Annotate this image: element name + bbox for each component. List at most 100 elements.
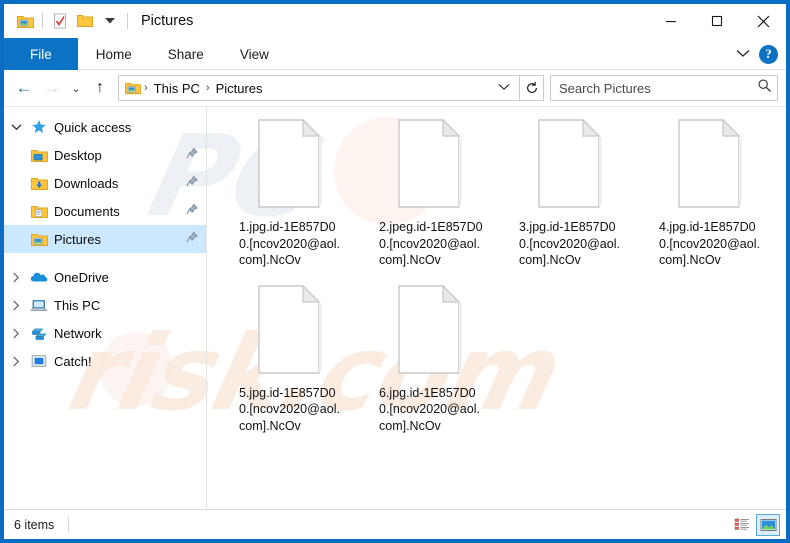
documents-folder-icon: [28, 204, 50, 219]
sidebar-item-this-pc[interactable]: This PC: [4, 291, 206, 319]
refresh-button[interactable]: [520, 75, 544, 101]
onedrive-cloud-icon: [28, 270, 50, 284]
star-icon: [28, 119, 50, 135]
sidebar-item-quick-access[interactable]: Quick access: [4, 113, 206, 141]
minimize-button[interactable]: [648, 4, 694, 38]
chevron-right-icon[interactable]: [4, 355, 28, 367]
chevron-right-icon[interactable]: [4, 271, 28, 283]
window-control-buttons: [648, 4, 786, 38]
quick-access-toolbar: Pictures: [4, 4, 193, 38]
pin-icon[interactable]: [186, 231, 199, 247]
blank-document-icon: [255, 117, 327, 213]
blank-document-icon: [395, 117, 467, 213]
chevron-right-icon[interactable]: [4, 327, 28, 339]
file-item[interactable]: 1.jpg.id-1E857D00.[ncov2020@aol.com].NcO…: [221, 113, 361, 271]
details-view-button[interactable]: [730, 514, 754, 536]
blank-document-icon: [255, 283, 327, 379]
properties-icon[interactable]: [49, 10, 71, 32]
window-inner: Pictures File Home Share View ? ← → ⌄ ↑ …: [4, 4, 786, 539]
tab-share[interactable]: Share: [150, 38, 222, 70]
item-count-label: 6 items: [14, 517, 55, 532]
file-name: 4.jpg.id-1E857D00.[ncov2020@aol.com].NcO…: [659, 220, 760, 267]
address-bar: ← → ⌄ ↑ › This PC › Pictures: [4, 70, 786, 106]
up-button[interactable]: ↑: [86, 74, 114, 102]
sidebar-item-catch[interactable]: Catch!: [4, 347, 206, 375]
sidebar-item-downloads[interactable]: Downloads: [4, 169, 206, 197]
file-list-pane[interactable]: 1.jpg.id-1E857D00.[ncov2020@aol.com].NcO…: [207, 107, 786, 509]
tab-home[interactable]: Home: [78, 38, 150, 70]
blank-document-icon: [535, 117, 607, 213]
explorer-body: PC risk.com Quick access: [4, 106, 786, 509]
chevron-right-icon[interactable]: [4, 299, 28, 311]
ribbon-right-controls: ?: [736, 38, 778, 70]
file-item[interactable]: 3.jpg.id-1E857D00.[ncov2020@aol.com].NcO…: [501, 113, 641, 271]
tab-file[interactable]: File: [4, 38, 78, 70]
tab-view[interactable]: View: [222, 38, 287, 70]
blank-document-icon: [395, 283, 467, 379]
pin-icon[interactable]: [186, 203, 199, 219]
sidebar-label-this-pc: This PC: [54, 297, 101, 313]
qat-separator-1: [42, 13, 43, 29]
sidebar-label-quick-access: Quick access: [54, 119, 132, 135]
desktop-folder-icon: [28, 148, 50, 163]
file-name: 2.jpeg.id-1E857D00.[ncov2020@aol.com].Nc…: [379, 220, 483, 267]
sidebar-item-onedrive[interactable]: OneDrive: [4, 263, 206, 291]
sidebar-item-network[interactable]: Network: [4, 319, 206, 347]
breadcrumb-item-this-pc[interactable]: This PC: [150, 81, 204, 96]
sidebar-label-documents: Documents: [54, 203, 120, 219]
breadcrumb-dropdown-icon[interactable]: [493, 83, 515, 94]
status-separator: [68, 516, 70, 533]
sidebar-label-downloads: Downloads: [54, 175, 119, 191]
this-pc-icon: [28, 298, 50, 313]
search-icon: [757, 78, 772, 98]
search-input[interactable]: [559, 80, 757, 96]
sidebar-item-desktop[interactable]: Desktop: [4, 141, 206, 169]
help-icon[interactable]: ?: [759, 44, 778, 64]
qat-separator-2: [127, 13, 128, 29]
breadcrumb-separator-1: ›: [144, 82, 148, 94]
sidebar-label-pictures: Pictures: [54, 231, 101, 247]
forward-button[interactable]: →: [38, 74, 66, 102]
file-name: 6.jpg.id-1E857D00.[ncov2020@aol.com].NcO…: [379, 385, 480, 433]
downloads-folder-icon: [28, 176, 50, 191]
navigation-pane: Quick access Desktop Downloads Documents…: [4, 107, 207, 509]
maximize-button[interactable]: [694, 4, 740, 38]
chevron-down-icon[interactable]: [4, 123, 28, 131]
chevron-down-icon[interactable]: [736, 45, 750, 63]
sidebar-item-documents[interactable]: Documents: [4, 197, 206, 225]
customize-dropdown-icon[interactable]: [99, 10, 121, 32]
catch-drive-icon: [28, 354, 50, 368]
file-name: 1.jpg.id-1E857D00.[ncov2020@aol.com].NcO…: [239, 220, 340, 267]
sidebar-label-desktop: Desktop: [54, 147, 102, 163]
window-title: Pictures: [141, 13, 194, 29]
search-box[interactable]: [550, 75, 778, 101]
file-item[interactable]: 2.jpeg.id-1E857D00.[ncov2020@aol.com].Nc…: [361, 113, 501, 271]
status-bar: 6 items: [4, 509, 786, 539]
breadcrumb[interactable]: › This PC › Pictures: [118, 75, 520, 101]
file-item[interactable]: 5.jpg.id-1E857D00.[ncov2020@aol.com].NcO…: [221, 279, 361, 437]
breadcrumb-separator-2: ›: [205, 82, 210, 94]
pictures-folder-icon[interactable]: [14, 10, 36, 32]
close-button[interactable]: [740, 4, 786, 38]
sidebar-group-gap-1: [4, 253, 206, 263]
large-icons-view-button[interactable]: [756, 513, 780, 536]
ribbon-tabs: File Home Share View ?: [4, 38, 786, 70]
pictures-folder-icon: [124, 81, 142, 95]
pictures-folder-icon: [28, 232, 50, 247]
file-name: 5.jpg.id-1E857D00.[ncov2020@aol.com].NcO…: [239, 385, 340, 433]
title-bar: Pictures: [4, 4, 786, 38]
blank-document-icon: [675, 117, 747, 213]
sidebar-label-network: Network: [54, 325, 102, 341]
new-folder-icon[interactable]: [74, 10, 96, 32]
pin-icon[interactable]: [186, 175, 199, 191]
breadcrumb-item-pictures[interactable]: Pictures: [212, 81, 267, 96]
sidebar-item-pictures[interactable]: Pictures: [4, 225, 206, 253]
file-item[interactable]: 4.jpg.id-1E857D00.[ncov2020@aol.com].NcO…: [641, 113, 781, 271]
recent-locations-button[interactable]: ⌄: [66, 74, 86, 102]
back-button[interactable]: ←: [10, 74, 38, 102]
sidebar-label-onedrive: OneDrive: [54, 269, 109, 285]
file-item[interactable]: 6.jpg.id-1E857D00.[ncov2020@aol.com].NcO…: [361, 279, 501, 437]
explorer-window: Pictures File Home Share View ? ← → ⌄ ↑ …: [0, 0, 790, 543]
file-name: 3.jpg.id-1E857D00.[ncov2020@aol.com].NcO…: [519, 220, 620, 267]
pin-icon[interactable]: [186, 147, 199, 163]
